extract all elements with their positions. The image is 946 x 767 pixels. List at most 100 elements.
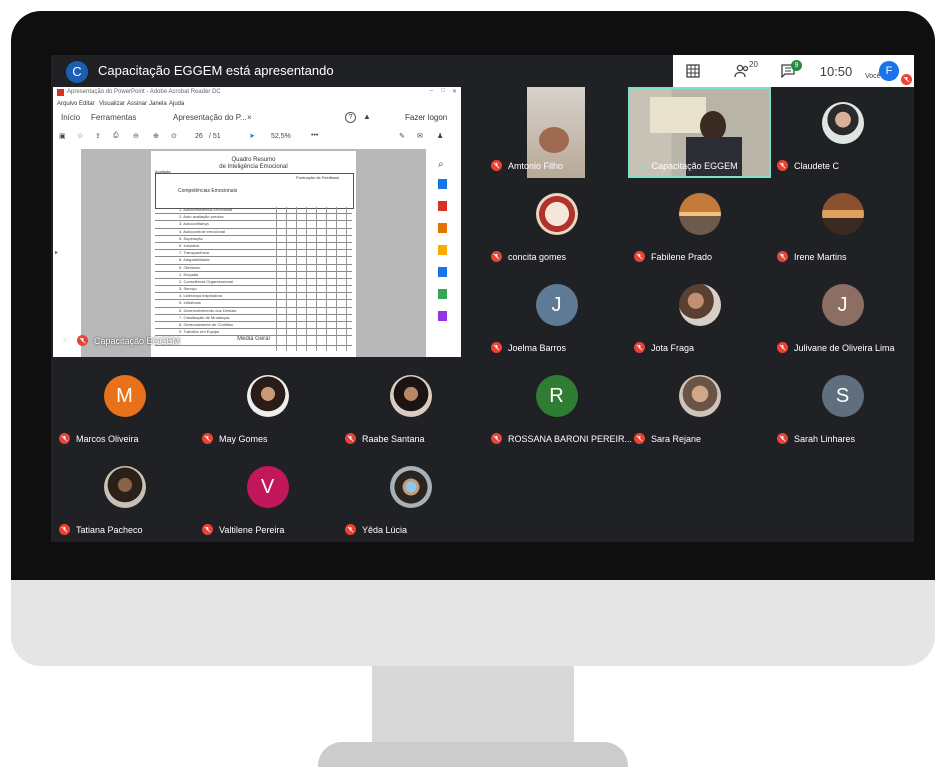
page-up-icon[interactable]: ⊕ (153, 132, 159, 140)
muted-mic-icon (345, 524, 356, 535)
tab-ferramentas[interactable]: Ferramentas (91, 113, 136, 122)
star-icon[interactable]: ☆ (77, 132, 83, 140)
self-view[interactable]: Você F (863, 55, 914, 87)
share-user-icon[interactable]: ♟ (437, 132, 443, 140)
acrobat-tools-panel: ⌕ (426, 149, 461, 357)
create-pdf-icon[interactable] (438, 201, 447, 211)
chat-button[interactable]: 9 (773, 55, 803, 87)
participant-label: Jota Fraga (634, 342, 694, 353)
mail-icon[interactable]: ✉ (417, 132, 423, 140)
participant-tile[interactable]: May Gomes (196, 360, 339, 451)
participant-label: Tatiana Pacheco (59, 524, 143, 535)
muted-mic-icon (345, 433, 356, 444)
menu-arquivo[interactable]: Arquivo (57, 101, 77, 107)
participant-tile[interactable]: J Julivane de Oliveira Lima (771, 269, 914, 360)
participant-tile[interactable]: V Valtilene Pereira (196, 451, 339, 542)
participant-tile-active-speaker[interactable]: •ıl• Capacitação EGGEM (628, 87, 771, 178)
organize-icon[interactable] (438, 289, 447, 299)
close-icon[interactable]: ✕ (452, 88, 457, 95)
menu-visualizar[interactable]: Visualizar (99, 101, 125, 107)
upload-icon[interactable]: ⇪ (95, 132, 101, 140)
participant-avatar (103, 466, 146, 509)
participant-tile[interactable]: Yêda Lúcia (339, 451, 482, 542)
page-current[interactable]: 26 (195, 133, 203, 140)
participant-tile[interactable]: S Sarah Linhares (771, 360, 914, 451)
zoom-out-icon[interactable]: ⊖ (133, 132, 139, 140)
tab-document[interactable]: Apresentação do P... (173, 113, 247, 122)
minimize-icon[interactable]: – (430, 88, 433, 94)
present-icon: ↑ (59, 335, 71, 346)
grid-icon (686, 64, 700, 78)
tab-close-icon[interactable]: × (247, 113, 252, 122)
fill-sign-icon[interactable] (438, 311, 447, 321)
participant-tile[interactable]: R ROSSANA BARONI PEREIR... (485, 360, 632, 451)
meeting-controls: 20 9 10:50 Você F (673, 55, 914, 87)
participant-label: Amtonio Filho (491, 160, 563, 171)
edit-pdf-icon[interactable] (438, 223, 447, 233)
participant-tile[interactable]: M Marcos Oliveira (53, 360, 196, 451)
muted-mic-icon (491, 251, 502, 262)
participant-label: May Gomes (202, 433, 268, 444)
layout-grid-button[interactable] (679, 55, 707, 87)
save-icon[interactable]: ▣ (59, 132, 66, 140)
participant-label: Valtilene Pereira (202, 524, 284, 535)
muted-mic-icon (634, 251, 645, 262)
participant-label: ROSSANA BARONI PEREIR... (491, 433, 632, 444)
participants-button[interactable]: 20 (725, 55, 759, 87)
menu-assinar[interactable]: Assinar (127, 101, 147, 107)
table-score-grid (267, 207, 352, 351)
participant-tile[interactable]: Irene Martins (771, 178, 914, 269)
shared-screen[interactable]: Apresentação do PowerPoint - Adobe Acrob… (53, 87, 461, 357)
document-title-line-2: de Inteligência Emocional (219, 164, 288, 170)
participant-tile[interactable]: Jota Fraga (628, 269, 771, 360)
participant-label: Marcos Oliveira (59, 433, 139, 444)
more-icon[interactable]: ••• (311, 132, 318, 139)
muted-mic-icon (491, 342, 502, 353)
maximize-icon[interactable]: □ (441, 88, 445, 94)
search-icon[interactable]: ⌕ (438, 159, 444, 170)
comment-icon[interactable] (438, 245, 447, 255)
document-view: Quadro Resumo de Inteligência Emocional … (81, 149, 426, 357)
zoom-level[interactable]: 52,5% (271, 133, 291, 140)
cursor-icon[interactable]: ➤ (249, 132, 255, 140)
participant-label: Sara Rejane (634, 433, 701, 444)
participant-tile[interactable]: concita gomes (485, 178, 628, 269)
participant-tile[interactable]: Fabilene Prado (628, 178, 771, 269)
self-label: Você (865, 73, 881, 80)
participant-name: Joelma Barros (508, 342, 567, 353)
tab-inicio[interactable]: Início (61, 113, 80, 122)
participant-tile[interactable]: Raabe Santana (339, 360, 482, 451)
print-icon[interactable]: ⎙ (113, 132, 119, 140)
participant-avatar (678, 284, 721, 327)
muted-mic-icon (777, 342, 788, 353)
menu-editar[interactable]: Editar (79, 101, 95, 107)
participant-label: Raabe Santana (345, 433, 425, 444)
participant-tile[interactable]: Sara Rejane (628, 360, 771, 451)
participant-avatar (535, 193, 578, 236)
participant-tile[interactable]: Claudete C (771, 87, 914, 178)
participant-avatar: R (535, 375, 578, 418)
table-header-feedback: Pontuação de Feedback (296, 175, 340, 180)
table-header-competencies: Competências Emocionais (178, 188, 238, 194)
login-button[interactable]: Fazer logon (405, 113, 447, 122)
shared-screen-label: ↑ Capacitação EGGEM (59, 335, 180, 346)
export-pdf-icon[interactable] (438, 179, 447, 189)
menu-janela[interactable]: Janela (149, 101, 167, 107)
help-icon[interactable]: ? (345, 112, 356, 123)
participant-tile[interactable]: Tatiana Pacheco (53, 451, 196, 542)
participant-avatar (389, 375, 432, 418)
menu-ajuda[interactable]: Ajuda (169, 101, 184, 107)
sign-icon[interactable]: ✎ (399, 132, 405, 140)
participant-label: Joelma Barros (491, 342, 566, 353)
acrobat-toolbar: ▣ ☆ ⇪ ⎙ ⊖ ⊕ ⊙ 26 / 51 ➤ 52,5% ••• ✎ ✉ ♟ (53, 127, 461, 150)
panel-expand-icon[interactable]: ▸ (55, 249, 58, 256)
participant-name: Yêda Lúcia (362, 524, 408, 535)
combine-icon[interactable] (438, 267, 447, 277)
participant-label: Yêda Lúcia (345, 524, 407, 535)
acrobat-window-title: Apresentação do PowerPoint - Adobe Acrob… (67, 89, 221, 95)
page-down-icon[interactable]: ⊙ (171, 132, 177, 140)
participant-tile[interactable]: Amtonio Filho (485, 87, 628, 178)
bell-icon[interactable]: ▲ (363, 112, 371, 121)
acrobat-titlebar: Apresentação do PowerPoint - Adobe Acrob… (53, 87, 461, 99)
participant-tile[interactable]: J Joelma Barros (485, 269, 628, 360)
